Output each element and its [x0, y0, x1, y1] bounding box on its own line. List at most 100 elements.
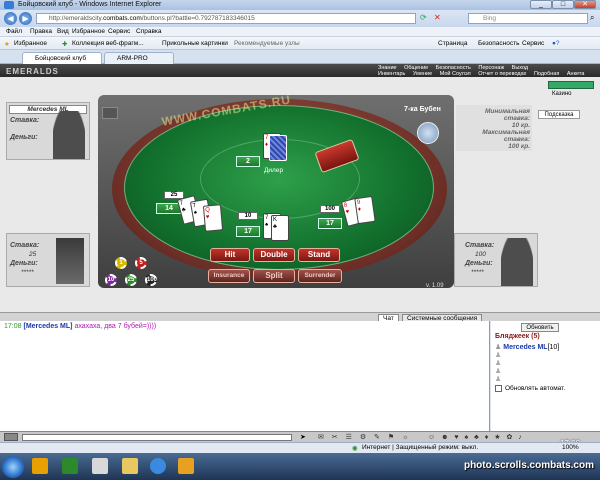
online-user-icon: ♟: [495, 360, 502, 367]
stake-value: 25: [29, 251, 37, 258]
hint-button[interactable]: Подсказка: [538, 110, 580, 119]
app-icon[interactable]: [178, 458, 194, 474]
menu-favorites[interactable]: Избранное: [72, 28, 105, 35]
online-user-name[interactable]: Mercedes ML: [503, 344, 547, 351]
right-hand-score: 17: [318, 218, 342, 229]
folder-icon[interactable]: [122, 458, 138, 474]
auto-refresh-checkbox[interactable]: [495, 385, 502, 392]
start-button[interactable]: [2, 456, 24, 478]
max-bet-label: Максимальная ставка:: [482, 129, 530, 143]
chat-input-bar: ➤ ✉ ✂ ☰ ⚙ ✎ ⚑ ☼ ☺ ☻ ♥ ♠ ♣ ♦ ★ ✿ ♪: [0, 431, 600, 442]
fav-item-collection[interactable]: Коллекция веб-фрагм...: [72, 40, 144, 47]
smiley-icons[interactable]: ☺ ☻ ♥ ♠ ♣ ♦ ★ ✿ ♪: [428, 433, 524, 441]
window-title: Бойцовский клуб - Windows Internet Explo…: [18, 1, 162, 8]
tab-combats[interactable]: Бойцовский клуб: [22, 52, 102, 64]
refresh-icon[interactable]: ⟳: [420, 13, 427, 22]
insurance-button[interactable]: Insurance: [208, 269, 250, 283]
casino-label[interactable]: Казино: [552, 91, 572, 97]
excel-icon[interactable]: [62, 458, 78, 474]
chat-tools-icons[interactable]: ✉ ✂ ☰ ⚙ ✎ ⚑ ☼: [318, 433, 412, 441]
favorites-bar: ★ Избранное ✚ Коллекция веб-фрагм... При…: [0, 37, 600, 50]
split-button[interactable]: Split: [253, 269, 295, 283]
close-button[interactable]: ✕: [574, 0, 596, 9]
fav-item-pictures[interactable]: Прикольные картинки: [162, 40, 228, 47]
chip-100[interactable]: 100: [145, 274, 157, 286]
chat-input[interactable]: [22, 434, 292, 441]
media-player-icon[interactable]: [32, 458, 48, 474]
stake-label: Ставка:: [465, 242, 495, 249]
chat-toggle-button[interactable]: [4, 433, 18, 441]
address-toolbar: ◀ ▶ http://emeraldscity.combats.com/butt…: [0, 10, 600, 27]
left-hand-card: Q ♥: [202, 204, 224, 232]
ie-icon[interactable]: [150, 458, 166, 474]
chip-5[interactable]: 5: [135, 257, 147, 269]
refresh-online-button[interactable]: Обновить: [521, 323, 559, 332]
right-hand-card: 9 ♦: [354, 195, 376, 225]
back-button[interactable]: ◀: [4, 12, 17, 25]
money-value: *****: [21, 269, 34, 276]
chip-1[interactable]: 1: [115, 257, 127, 269]
help-icon[interactable]: ●?: [552, 40, 560, 47]
player-avatar: [53, 111, 85, 159]
chat-tab-strip: Чат Системные сообщения: [0, 312, 600, 322]
zoom-level[interactable]: 100%: [562, 444, 579, 451]
dealer-score: 2: [236, 156, 260, 167]
center-hand-bet: 10: [238, 212, 258, 220]
chat-message: 17:08 [Mercedes ML] ахахаха, два 7 бубей…: [4, 323, 156, 330]
add-favorite-icon[interactable]: ✚: [62, 40, 67, 48]
page-menu[interactable]: Страница: [438, 40, 467, 47]
chip-25[interactable]: 25: [125, 274, 137, 286]
menu-bar: Файл Правка Вид Избранное Сервис Справка: [0, 27, 600, 37]
menu-help[interactable]: Справка: [136, 28, 162, 35]
player-panel-right: Ставка: 100 Деньги: *****: [454, 233, 538, 287]
minimize-button[interactable]: _: [530, 0, 552, 9]
center-hand-card: K ♣: [271, 215, 289, 241]
money-label: Деньги:: [10, 260, 38, 267]
window-titlebar: Бойцовский клуб - Windows Internet Explo…: [0, 0, 600, 10]
online-user-level: [10]: [547, 344, 560, 351]
chip-10[interactable]: 10: [105, 274, 117, 286]
money-label: Деньги:: [465, 260, 493, 267]
double-button[interactable]: Double: [253, 248, 295, 262]
favorites-button[interactable]: Избранное: [14, 40, 47, 47]
chat-log: 17:08 [Mercedes ML] ахахаха, два 7 бубей…: [0, 321, 490, 431]
casino-banner: [548, 81, 594, 89]
forward-button[interactable]: ▶: [19, 12, 32, 25]
player-avatar-warrior: [56, 238, 84, 284]
stand-button[interactable]: Stand: [298, 248, 340, 262]
online-user[interactable]: ♟ Mercedes ML[10]: [495, 343, 559, 351]
globe-icon: ◉: [352, 445, 358, 452]
tools-menu[interactable]: Сервис: [522, 40, 544, 47]
online-user-icon: ♟: [495, 376, 502, 383]
online-header: Бляджеек (5): [495, 333, 540, 340]
maximize-button[interactable]: □: [552, 0, 574, 9]
chat-text: ахахаха, два 7 бубей=)))): [74, 323, 157, 330]
stake-label: Ставка:: [10, 117, 40, 124]
online-user-icon: ♟: [495, 352, 502, 359]
menu-edit[interactable]: Правка: [30, 28, 52, 35]
ie-app-icon: [4, 1, 14, 9]
chat-user[interactable]: [Mercedes ML]: [23, 323, 72, 330]
send-icon[interactable]: ➤: [300, 433, 306, 441]
hit-button[interactable]: Hit: [210, 248, 250, 262]
fav-item-recommended[interactable]: Рекомендуемые узлы: [234, 40, 300, 47]
menu-view[interactable]: Вид: [57, 28, 69, 35]
security-menu[interactable]: Безопасность: [478, 40, 519, 47]
stake-label: Ставка:: [10, 242, 40, 249]
dealer-label: Дилер: [264, 167, 284, 174]
search-icon[interactable]: ⌕: [590, 13, 594, 23]
search-input[interactable]: Bing: [468, 13, 588, 24]
min-bet-label: Минимальная ставка:: [484, 108, 530, 122]
online-user-icon: ♟: [495, 368, 502, 375]
stop-icon[interactable]: ✕: [434, 13, 441, 22]
document-icon[interactable]: [92, 458, 108, 474]
address-input[interactable]: http://emeraldscity.combats.com/buttons.…: [36, 13, 416, 24]
menu-file[interactable]: Файл: [6, 28, 22, 35]
money-value: *****: [471, 269, 484, 276]
surrender-button[interactable]: Surrender: [298, 269, 342, 283]
game-area: Казино Подсказка WWW.COMBATS.RU 7-ка Буб…: [0, 77, 600, 312]
menu-tools[interactable]: Сервис: [108, 28, 130, 35]
tab-arm-pro[interactable]: ARM-PRO: [104, 52, 174, 64]
center-hand-score: 17: [236, 226, 260, 237]
table-corner-icon: [102, 107, 118, 119]
